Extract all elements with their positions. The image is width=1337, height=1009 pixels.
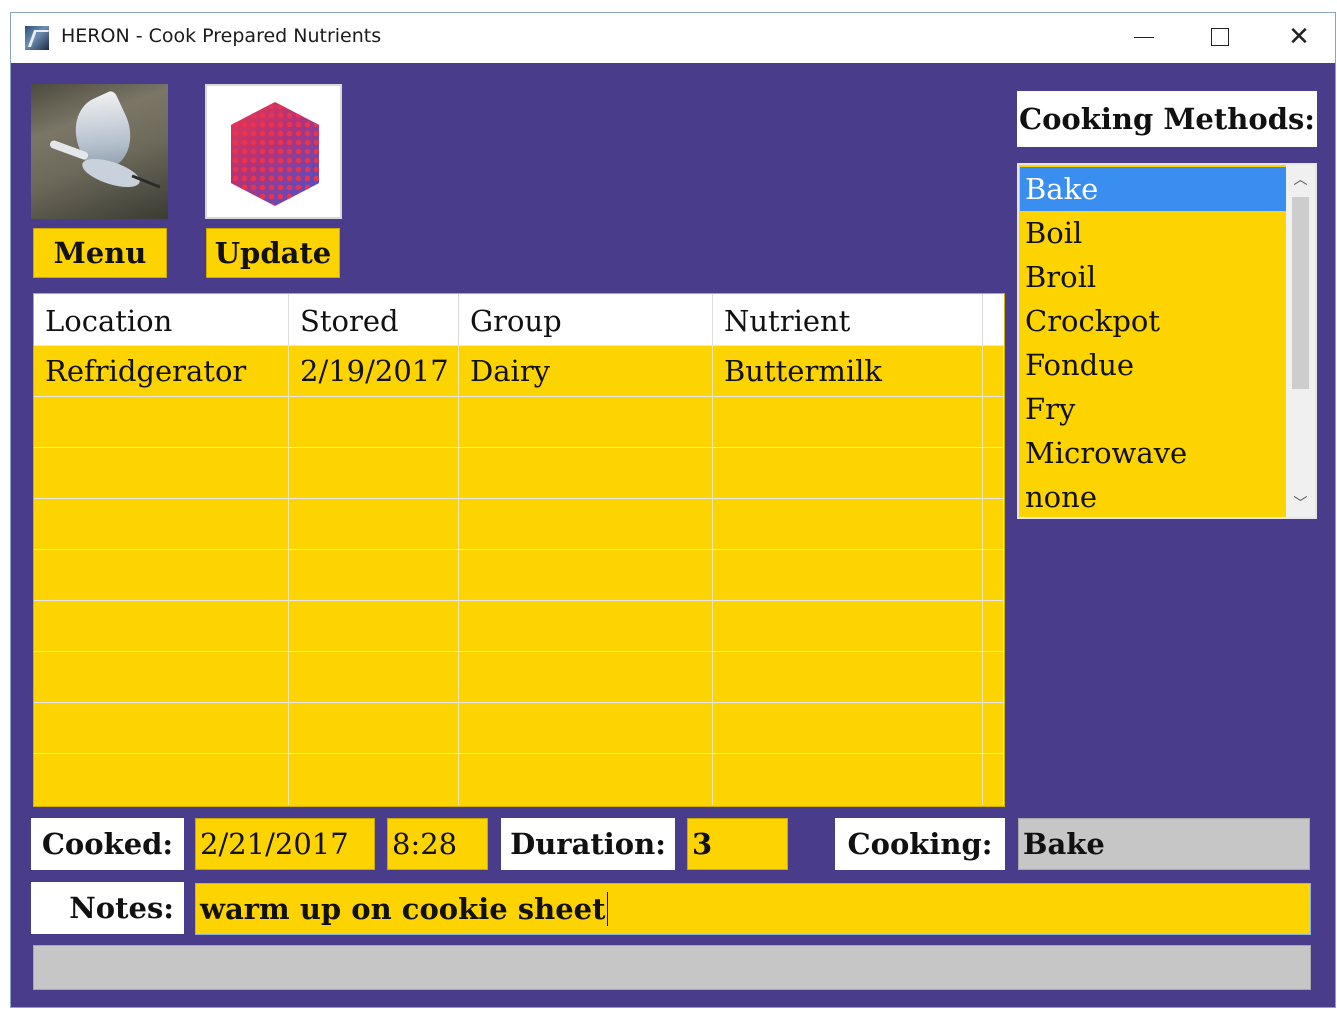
table-row-empty[interactable]: [34, 549, 1004, 601]
cooking-methods-label: Cooking Methods:: [1017, 91, 1317, 147]
title-bar[interactable]: HERON - Cook Prepared Nutrients ✕: [11, 13, 1335, 63]
column-header-location[interactable]: Location: [34, 294, 289, 345]
column-header-group[interactable]: Group: [459, 294, 713, 345]
table-row-empty[interactable]: [34, 600, 1004, 652]
table-row[interactable]: Refridgerator 2/19/2017 Dairy Buttermilk: [34, 345, 1004, 397]
cooked-time-field[interactable]: 8:28: [387, 818, 488, 870]
cube-image[interactable]: [205, 84, 342, 219]
method-item-none[interactable]: none: [1020, 475, 1286, 517]
nutrient-grid[interactable]: Location Stored Group Nutrient Refridger…: [33, 293, 1005, 807]
scrollbar-thumb[interactable]: [1292, 197, 1309, 389]
grid-header: Location Stored Group Nutrient: [34, 294, 1004, 345]
table-row-empty[interactable]: [34, 498, 1004, 550]
table-row-empty[interactable]: [34, 651, 1004, 703]
close-icon: ✕: [1288, 22, 1310, 52]
cooking-label: Cooking:: [835, 818, 1005, 870]
method-item-boil[interactable]: Boil: [1020, 211, 1286, 255]
menu-button[interactable]: Menu: [33, 228, 167, 278]
status-bar: [33, 945, 1311, 990]
table-row-empty[interactable]: [34, 447, 1004, 499]
cell-location[interactable]: Refridgerator: [34, 346, 289, 397]
notes-text: warm up on cookie sheet: [200, 892, 606, 926]
cooking-value: Bake: [1018, 818, 1310, 870]
cooked-date-field[interactable]: 2/21/2017: [195, 818, 375, 870]
maximize-button[interactable]: [1182, 13, 1258, 61]
methods-scrollbar[interactable]: ︿ ﹀: [1286, 165, 1315, 517]
cell-group[interactable]: Dairy: [459, 346, 713, 397]
main-content: Menu Update Location Stored Group Nutrie…: [11, 63, 1335, 1009]
method-item-fry[interactable]: Fry: [1020, 387, 1286, 431]
column-header-stored[interactable]: Stored: [289, 294, 459, 345]
method-item-broil[interactable]: Broil: [1020, 255, 1286, 299]
cube-icon: [231, 102, 319, 206]
duration-label: Duration:: [501, 818, 675, 870]
maximize-icon: [1211, 28, 1229, 46]
notes-field[interactable]: warm up on cookie sheet: [195, 883, 1311, 935]
column-header-nutrient[interactable]: Nutrient: [713, 294, 983, 345]
grid-body: Refridgerator 2/19/2017 Dairy Buttermilk: [34, 345, 1004, 805]
minimize-button[interactable]: [1106, 13, 1182, 61]
method-item-microwave[interactable]: Microwave: [1020, 431, 1286, 475]
method-item-fondue[interactable]: Fondue: [1020, 343, 1286, 387]
chevron-up-icon[interactable]: ︿: [1286, 165, 1315, 193]
chevron-down-icon[interactable]: ﹀: [1286, 489, 1315, 517]
notes-label: Notes:: [31, 882, 184, 934]
column-header-filler: [983, 294, 1004, 345]
minimize-icon: [1134, 36, 1154, 38]
method-item-crockpot[interactable]: Crockpot: [1020, 299, 1286, 343]
table-row-empty[interactable]: [34, 753, 1004, 805]
cell-nutrient[interactable]: Buttermilk: [713, 346, 983, 397]
table-row-empty[interactable]: [34, 702, 1004, 754]
heron-photo[interactable]: [31, 84, 168, 219]
table-row-empty[interactable]: [34, 396, 1004, 448]
cell-stored[interactable]: 2/19/2017: [289, 346, 459, 397]
cooking-methods-list[interactable]: Bake Boil Broil Crockpot Fondue Fry Micr…: [1017, 163, 1317, 519]
app-window: HERON - Cook Prepared Nutrients ✕ Menu U…: [10, 12, 1336, 1008]
text-caret: [606, 892, 608, 926]
cooked-label: Cooked:: [31, 818, 184, 870]
window-title: HERON - Cook Prepared Nutrients: [61, 25, 382, 47]
duration-field[interactable]: 3: [687, 818, 788, 870]
method-item-bake[interactable]: Bake: [1020, 167, 1286, 211]
update-button[interactable]: Update: [206, 228, 340, 278]
close-button[interactable]: ✕: [1261, 13, 1337, 61]
heron-app-icon: [25, 26, 49, 50]
